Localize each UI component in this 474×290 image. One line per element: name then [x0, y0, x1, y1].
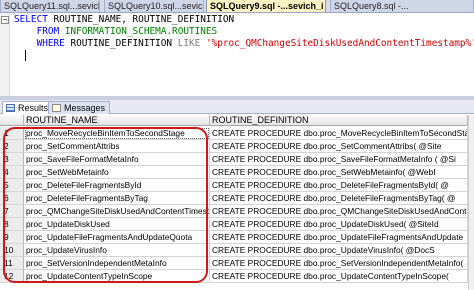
table-row[interactable]: 1 proc_MoveRecycleBinItemToSecondStage CRE…: [0, 127, 474, 140]
routine-definition-cell[interactable]: CREATE PROCEDURE dbo.proc_UpdateFileFrag…: [210, 231, 468, 244]
tab-messages[interactable]: Messages: [48, 101, 111, 114]
grid-icon: [6, 104, 15, 112]
routine-name-cell[interactable]: proc_SetWebMetainfo: [24, 166, 210, 179]
routine-name-cell[interactable]: proc_SetVersionIndependentMetaInfo: [24, 257, 210, 270]
keyword-where: WHERE: [36, 38, 65, 49]
table-row[interactable]: 3 proc_SaveFileFormatMetaInfo CREATE PROCE…: [0, 153, 474, 166]
routine-name-cell[interactable]: proc_UpdateFileFragmentsAndUpdateQuota: [24, 231, 210, 244]
routine-definition-cell[interactable]: CREATE PROCEDURE dbo.proc_UpdateDiskUsed…: [210, 218, 468, 231]
routine-definition-cell[interactable]: CREATE PROCEDURE dbo.proc_MoveRecycleBin…: [210, 127, 468, 140]
tab-sqlquery10[interactable]: SQLQuery10.sql...sevich_i (60)): [104, 0, 204, 12]
messages-icon: [52, 104, 61, 112]
table-row[interactable]: 10 proc_UpdateVirusInfo CREATE PROCEDURE d…: [0, 244, 474, 257]
table-name: INFORMATION_SCHEMA.ROUTINES: [64, 26, 218, 37]
row-number[interactable]: 3: [0, 153, 24, 166]
table-row[interactable]: 8 proc_UpdateDiskUsed CREATE PROCEDURE dbo…: [0, 218, 474, 231]
tab-sqlquery8[interactable]: SQLQuery8.sql -...: [330, 0, 474, 12]
row-header-corner[interactable]: [0, 115, 24, 126]
row-number[interactable]: 10: [0, 244, 24, 257]
like-pattern: '%proc_QMChangeSiteDiskUsedAndContentTim…: [205, 38, 474, 49]
table-row[interactable]: 5 proc_DeleteFileFragmentsById CREATE PROC…: [0, 179, 474, 192]
tab-sqlquery9[interactable]: SQLQuery9.sql -...sevich_i (69))*: [206, 0, 326, 12]
sql-code[interactable]: SELECT ROUTINE_NAME, ROUTINE_DEFINITION …: [14, 14, 474, 62]
table-row[interactable]: 7 proc_QMChangeSiteDiskUsedAndContentTime…: [0, 205, 474, 218]
editor-gutter: −: [0, 13, 10, 96]
routine-name-cell[interactable]: proc_UpdateVirusInfo: [24, 244, 210, 257]
row-number[interactable]: 5: [0, 179, 24, 192]
routine-definition-cell[interactable]: CREATE PROCEDURE dbo.proc_SetCommentAttr…: [210, 140, 468, 153]
tab-results[interactable]: Results: [2, 101, 54, 114]
tab-messages-label: Messages: [64, 103, 106, 113]
routine-name-cell[interactable]: proc_DeleteFileFragmentsById: [24, 179, 210, 192]
tab-results-label: Results: [18, 103, 49, 113]
tab-sqlquery11[interactable]: SQLQuery11.sql...sevich_i (135)): [0, 0, 100, 12]
grid-scrollbar[interactable]: [468, 115, 474, 290]
table-row[interactable]: 9 proc_UpdateFileFragmentsAndUpdateQuota C…: [0, 231, 474, 244]
text-cursor: [25, 50, 27, 61]
keyword-from: FROM: [36, 26, 60, 37]
routine-name-cell[interactable]: proc_QMChangeSiteDiskUsedAndContentTimes…: [24, 205, 210, 218]
routine-definition-cell[interactable]: CREATE PROCEDURE dbo.proc_DeleteFileFrag…: [210, 179, 468, 192]
row-number[interactable]: 6: [0, 192, 24, 205]
routine-name-cell[interactable]: proc_UpdateDiskUsed: [24, 218, 210, 231]
row-number[interactable]: 12: [0, 270, 24, 283]
routine-definition-cell[interactable]: CREATE PROCEDURE dbo.proc_UpdateContentT…: [210, 270, 468, 283]
routine-definition-cell[interactable]: CREATE PROCEDURE dbo.proc_SaveFileFormat…: [210, 153, 468, 166]
results-tab-strip: Results Messages: [0, 100, 474, 114]
routine-name-cell[interactable]: proc_MoveRecycleBinItemToSecondStage: [24, 127, 210, 140]
routine-name-cell[interactable]: proc_UpdateContentTypeInScope: [24, 270, 210, 283]
table-row[interactable]: 4 proc_SetWebMetainfo CREATE PROCEDURE dbo…: [0, 166, 474, 179]
routine-definition-cell[interactable]: CREATE PROCEDURE dbo.proc_SetVersionInde…: [210, 257, 468, 270]
where-column: ROUTINE_DEFINITION: [64, 38, 178, 49]
column-header-routine-name[interactable]: ROUTINE_NAME: [24, 115, 210, 126]
collapse-icon[interactable]: −: [1, 16, 9, 24]
document-tab-strip: SQLQuery11.sql...sevich_i (135)) SQLQuer…: [0, 0, 474, 13]
row-number[interactable]: 8: [0, 218, 24, 231]
routine-name-cell[interactable]: proc_SaveFileFormatMetaInfo: [24, 153, 210, 166]
keyword-like: LIKE: [177, 38, 201, 49]
row-number[interactable]: 2: [0, 140, 24, 153]
table-row[interactable]: 2 proc_SetCommentAttribs CREATE PROCEDURE …: [0, 140, 474, 153]
row-number[interactable]: 1: [0, 127, 24, 140]
row-number[interactable]: 4: [0, 166, 24, 179]
table-row[interactable]: 6 proc_DeleteFileFragmentsByTag CREATE PRO…: [0, 192, 474, 205]
row-number[interactable]: 7: [0, 205, 24, 218]
routine-definition-cell[interactable]: CREATE PROCEDURE dbo.proc_DeleteFileFrag…: [210, 192, 468, 205]
routine-name-cell[interactable]: proc_SetCommentAttribs: [24, 140, 210, 153]
keyword-select: SELECT: [14, 14, 48, 25]
select-columns: ROUTINE_NAME, ROUTINE_DEFINITION: [47, 14, 235, 25]
routine-definition-cell[interactable]: CREATE PROCEDURE dbo.proc_QMChangeSiteDi…: [210, 205, 468, 218]
routine-definition-cell[interactable]: CREATE PROCEDURE dbo.proc_SetWebMetainfo…: [210, 166, 468, 179]
routine-definition-cell[interactable]: CREATE PROCEDURE dbo.proc_UpdateVirusInf…: [210, 244, 468, 257]
table-row[interactable]: 11 proc_SetVersionIndependentMetaInfo CREA…: [0, 257, 474, 270]
table-row[interactable]: 12 proc_UpdateContentTypeInScope CREATE PR…: [0, 270, 474, 283]
query-editor[interactable]: − SELECT ROUTINE_NAME, ROUTINE_DEFINITIO…: [0, 13, 474, 96]
results-grid[interactable]: ROUTINE_NAME ROUTINE_DEFINITION 1 proc_Mo…: [0, 115, 474, 290]
column-header-routine-definition[interactable]: ROUTINE_DEFINITION: [210, 115, 468, 126]
row-number[interactable]: 11: [0, 257, 24, 270]
routine-name-cell[interactable]: proc_DeleteFileFragmentsByTag: [24, 192, 210, 205]
row-number[interactable]: 9: [0, 231, 24, 244]
